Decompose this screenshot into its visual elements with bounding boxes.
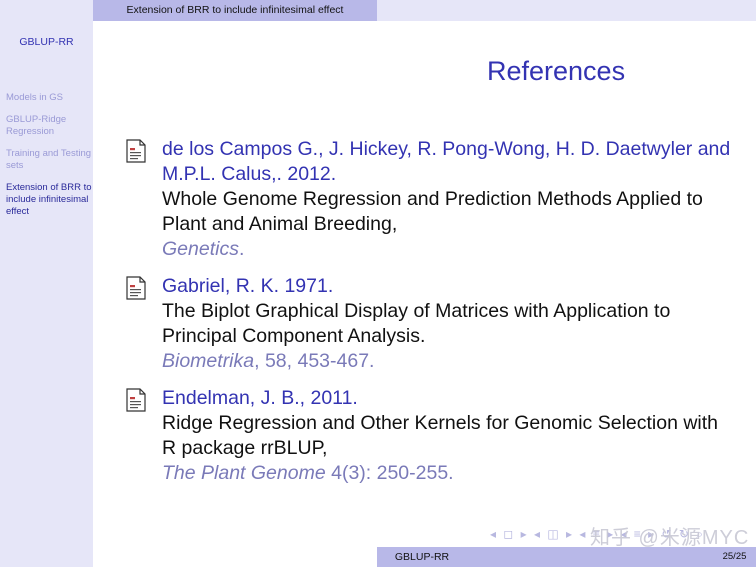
reference-item: Endelman, J. B., 2011. Ridge Regression … — [126, 386, 736, 486]
reference-journal-name: The Plant Genome — [162, 462, 326, 484]
reference-authors: de los Campos G., J. Hickey, R. Pong-Won… — [162, 138, 731, 185]
reference-authors: Gabriel, R. K. 1971. — [162, 275, 334, 297]
bibliography-entry-icon — [126, 388, 146, 412]
reference-item: Gabriel, R. K. 1971. The Biplot Graphica… — [126, 274, 736, 374]
sidebar-item-gblup-ridge-regression[interactable]: GBLUP-Ridge Regression — [6, 114, 92, 138]
reference-title: Ridge Regression and Other Kernels for G… — [162, 412, 719, 459]
sidebar-item-training-testing-sets[interactable]: Training and Testing sets — [6, 148, 92, 172]
header-left-strip — [0, 0, 93, 21]
sidebar-item-extension-brr[interactable]: Extension of BRR to include infinitesima… — [6, 182, 92, 218]
reference-item: de los Campos G., J. Hickey, R. Pong-Won… — [126, 137, 736, 262]
footer-bar: GBLUP-RR 25/25 — [0, 547, 756, 567]
sidebar: GBLUP-RR Models in GS GBLUP-Ridge Regres… — [0, 21, 93, 547]
frame-title: References — [487, 56, 626, 86]
watermark-text: 知乎 @米源MYC — [590, 527, 750, 549]
reference-journal: Biometrika, 58, 453-467. — [162, 349, 736, 374]
reference-authors: Endelman, J. B., 2011. — [162, 387, 358, 409]
sidebar-short-title[interactable]: GBLUP-RR — [0, 36, 93, 48]
reference-journal-name: Genetics — [162, 238, 239, 260]
reference-journal: The Plant Genome 4(3): 250-255. — [162, 461, 736, 486]
reference-journal-details: , 58, 453-467. — [254, 350, 375, 372]
sidebar-item-models-in-gs[interactable]: Models in GS — [6, 92, 92, 104]
references-list: de los Campos G., J. Hickey, R. Pong-Won… — [126, 137, 736, 498]
reference-title: The Biplot Graphical Display of Matrices… — [162, 300, 671, 347]
reference-journal-details: 4(3): 250-255. — [325, 462, 454, 484]
bibliography-entry-icon — [126, 276, 146, 300]
header-section-title[interactable]: Extension of BRR to include infinitesima… — [93, 0, 377, 21]
reference-journal-name: Biometrika — [162, 350, 255, 372]
reference-title: Whole Genome Regression and Prediction M… — [162, 188, 703, 235]
reference-journal-details: . — [238, 238, 245, 260]
footer-left-strip — [0, 547, 93, 567]
page-number: 25/25 — [713, 547, 756, 567]
footer-short-title: GBLUP-RR — [394, 551, 450, 563]
bibliography-entry-icon — [126, 139, 146, 163]
header-bar: Extension of BRR to include infinitesima… — [0, 0, 756, 21]
sidebar-nav: Models in GS GBLUP-Ridge Regression Trai… — [6, 92, 92, 228]
header-right-strip — [377, 0, 756, 21]
reference-journal: Genetics. — [162, 237, 736, 262]
